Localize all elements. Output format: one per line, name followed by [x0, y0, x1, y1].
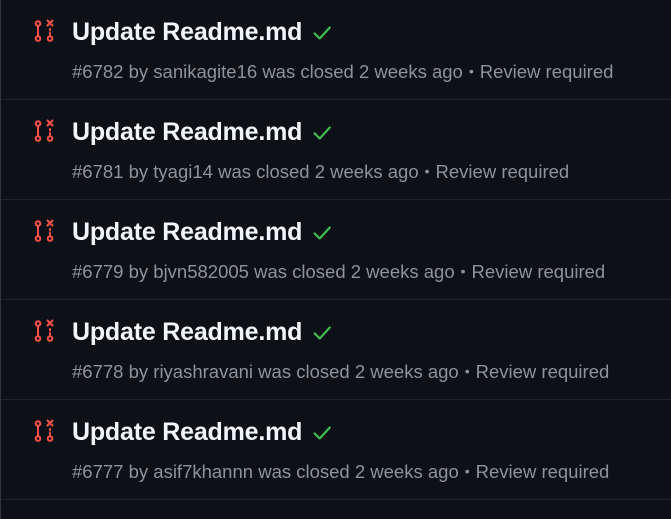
pull-request-meta: #6779 by bjvn582005 was closed 2 weeks a…	[72, 261, 605, 283]
by-label: by	[128, 461, 149, 482]
review-status-link[interactable]: Review required	[476, 361, 610, 382]
status-text: was closed 2 weeks ago	[254, 261, 455, 282]
pull-request-title-line: Update Readme.md	[72, 118, 333, 147]
separator-dot: •	[464, 463, 470, 479]
separator-dot: •	[468, 63, 474, 79]
author-link[interactable]: riyashravani	[153, 361, 253, 382]
status-text: was closed 2 weeks ago	[258, 361, 459, 382]
pull-request-title-line: Update Readme.md	[72, 318, 333, 347]
pull-request-title[interactable]: Update Readme.md	[72, 118, 302, 147]
author-link[interactable]: asif7khannn	[153, 461, 253, 482]
pull-request-number: #6781	[72, 161, 124, 182]
pull-request-title[interactable]: Update Readme.md	[72, 218, 302, 247]
author-link[interactable]: bjvn582005	[153, 261, 249, 282]
pull-request-row[interactable]: Update Readme.md #6779 by bjvn582005 was…	[1, 200, 671, 300]
check-icon[interactable]	[311, 422, 333, 444]
pull-request-row[interactable]: Update Readme.md #6777 by asif7khannn wa…	[1, 400, 671, 500]
pull-request-number: #6777	[72, 461, 124, 482]
pull-request-number: #6779	[72, 261, 124, 282]
check-icon[interactable]	[311, 222, 333, 244]
author-link[interactable]: sanikagite16	[153, 61, 257, 82]
pull-request-meta: #6781 by tyagi14 was closed 2 weeks ago •…	[72, 161, 569, 183]
pull-request-title[interactable]: Update Readme.md	[72, 18, 302, 47]
pull-request-title-line: Update Readme.md	[72, 18, 333, 47]
git-pull-request-closed-icon	[34, 19, 54, 42]
pull-request-title-line: Update Readme.md	[72, 418, 333, 447]
author-link[interactable]: tyagi14	[153, 161, 213, 182]
pull-request-meta: #6778 by riyashravani was closed 2 weeks…	[72, 361, 609, 383]
pull-request-number: #6782	[72, 61, 124, 82]
review-status-link[interactable]: Review required	[476, 461, 610, 482]
pull-request-title[interactable]: Update Readme.md	[72, 318, 302, 347]
separator-dot: •	[460, 263, 466, 279]
pull-request-meta: #6777 by asif7khannn was closed 2 weeks …	[72, 461, 609, 483]
by-label: by	[128, 261, 149, 282]
pull-request-row[interactable]: Update Readme.md #6781 by tyagi14 was cl…	[1, 100, 671, 200]
git-pull-request-closed-icon	[34, 119, 54, 142]
review-status-link[interactable]: Review required	[436, 161, 570, 182]
pull-request-title-line: Update Readme.md	[72, 218, 333, 247]
git-pull-request-closed-icon	[34, 419, 54, 442]
git-pull-request-closed-icon	[34, 219, 54, 242]
pull-request-list: Update Readme.md #6782 by sanikagite16 w…	[0, 0, 671, 519]
check-icon[interactable]	[311, 122, 333, 144]
pull-request-row[interactable]: Update Readme.md #6778 by riyashravani w…	[1, 300, 671, 400]
pull-request-row[interactable]: Update Readme.md #6782 by sanikagite16 w…	[1, 0, 671, 100]
pull-request-title[interactable]: Update Readme.md	[72, 418, 302, 447]
check-icon[interactable]	[311, 22, 333, 44]
by-label: by	[128, 161, 149, 182]
git-pull-request-closed-icon	[34, 319, 54, 342]
by-label: by	[128, 61, 149, 82]
review-status-link[interactable]: Review required	[480, 61, 614, 82]
pull-request-number: #6778	[72, 361, 124, 382]
status-text: was closed 2 weeks ago	[258, 461, 459, 482]
check-icon[interactable]	[311, 322, 333, 344]
status-text: was closed 2 weeks ago	[262, 61, 463, 82]
by-label: by	[128, 361, 149, 382]
status-text: was closed 2 weeks ago	[218, 161, 419, 182]
pull-request-meta: #6782 by sanikagite16 was closed 2 weeks…	[72, 61, 613, 83]
separator-dot: •	[464, 363, 470, 379]
review-status-link[interactable]: Review required	[472, 261, 606, 282]
separator-dot: •	[424, 163, 430, 179]
